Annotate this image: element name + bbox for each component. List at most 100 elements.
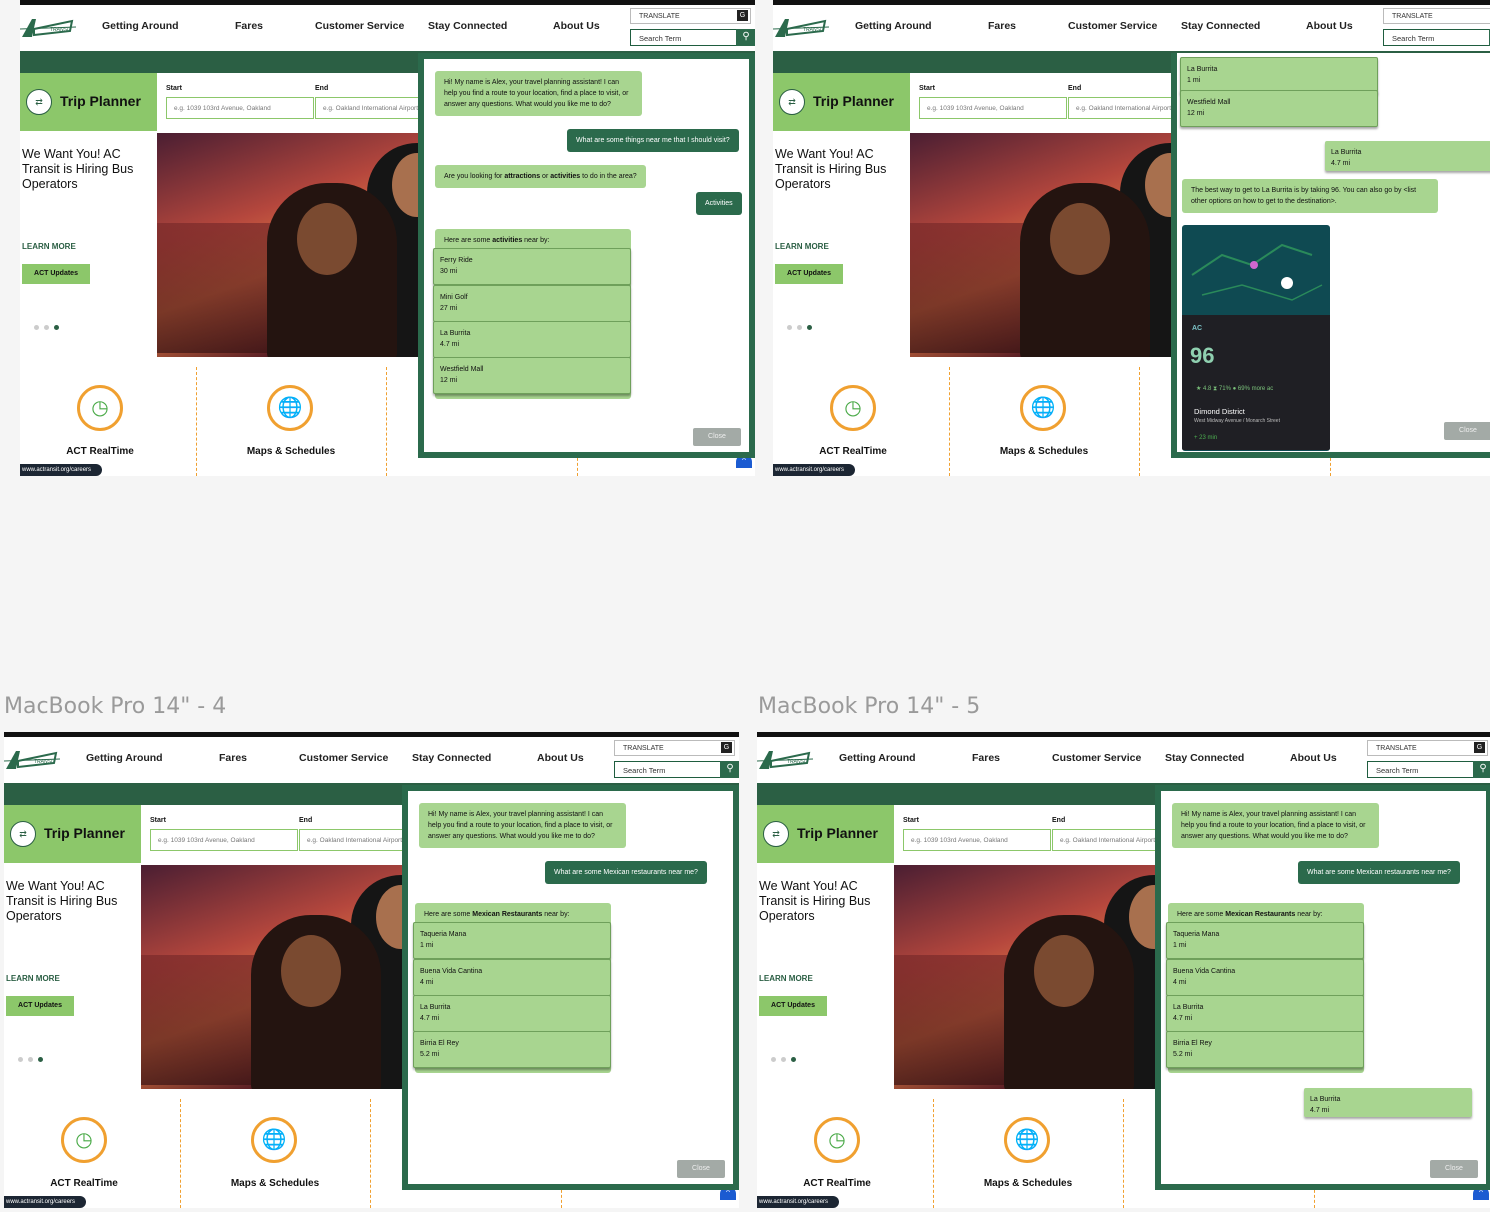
carousel-dot[interactable]	[18, 1057, 23, 1062]
carousel-dot[interactable]	[34, 325, 39, 330]
option-card[interactable]: Birria El Rey 5.2 mi	[413, 1031, 611, 1068]
nav-fares[interactable]: Fares	[972, 752, 1000, 764]
search-input[interactable]: Search Term ⚲	[1367, 761, 1490, 778]
nav-about-us[interactable]: About Us	[553, 20, 600, 32]
tile-maps-schedules[interactable]: Maps & Schedules	[221, 446, 361, 457]
nav-stay-connected[interactable]: Stay Connected	[428, 20, 507, 32]
ac-transit-logo[interactable]: TRANSIT	[757, 749, 813, 771]
nav-stay-connected[interactable]: Stay Connected	[1181, 20, 1260, 32]
globe-pin-icon[interactable]: 🌐	[1004, 1117, 1050, 1163]
search-input[interactable]: Search Term ⚲	[1383, 29, 1490, 46]
carousel-dot-active[interactable]	[54, 325, 59, 330]
start-field[interactable]: e.g. 1039 103rd Avenue, Oakland	[919, 97, 1067, 119]
tile-maps-schedules[interactable]: Maps & Schedules	[205, 1178, 345, 1189]
clock-icon[interactable]: ◷	[830, 385, 876, 431]
search-icon[interactable]: ⚲	[720, 761, 739, 778]
globe-pin-icon[interactable]: 🌐	[267, 385, 313, 431]
nav-fares[interactable]: Fares	[988, 20, 1016, 32]
ac-transit-logo[interactable]: TRANSIT	[773, 17, 829, 39]
nav-getting-around[interactable]: Getting Around	[102, 20, 179, 32]
nav-about-us[interactable]: About Us	[537, 752, 584, 764]
option-card[interactable]: La Burrita 1 mi	[1180, 57, 1378, 94]
tile-act-realtime[interactable]: ACT RealTime	[767, 1178, 907, 1189]
option-card[interactable]: Ferry Ride 30 mi	[433, 248, 631, 285]
act-updates-button[interactable]: ACT Updates	[775, 264, 843, 284]
start-field[interactable]: e.g. 1039 103rd Avenue, Oakland	[903, 829, 1051, 851]
option-card[interactable]: Westfield Mall 12 mi	[1180, 90, 1378, 127]
nav-customer-service[interactable]: Customer Service	[1068, 20, 1157, 32]
option-card[interactable]: La Burrita 4.7 mi	[413, 995, 611, 1032]
search-input[interactable]: Search Term ⚲	[630, 29, 755, 46]
globe-pin-icon[interactable]: 🌐	[251, 1117, 297, 1163]
act-updates-button[interactable]: ACT Updates	[759, 996, 827, 1016]
translate-button[interactable]: TRANSLATE G	[630, 8, 751, 24]
selected-name: La Burrita	[1331, 149, 1362, 156]
close-button[interactable]: Close	[1430, 1160, 1478, 1178]
option-card[interactable]: Buena Vida Cantina 4 mi	[1166, 959, 1364, 996]
option-card[interactable]: Mini Golf 27 mi	[433, 285, 631, 322]
learn-more-link[interactable]: LEARN MORE	[759, 974, 813, 983]
option-card[interactable]: Taqueria Mana 1 mi	[413, 922, 611, 959]
close-button[interactable]: Close	[1444, 422, 1490, 440]
translate-button[interactable]: TRANSLATE G	[1383, 8, 1490, 24]
bot-clarify-attractions: attractions	[504, 173, 541, 180]
carousel-dot-active[interactable]	[791, 1057, 796, 1062]
nav-customer-service[interactable]: Customer Service	[1052, 752, 1141, 764]
carousel-dot-active[interactable]	[38, 1057, 43, 1062]
carousel-dot[interactable]	[771, 1057, 776, 1062]
tile-maps-schedules[interactable]: Maps & Schedules	[974, 446, 1114, 457]
list-post: near by:	[542, 911, 570, 918]
clock-icon[interactable]: ◷	[61, 1117, 107, 1163]
nav-customer-service[interactable]: Customer Service	[315, 20, 404, 32]
nav-fares[interactable]: Fares	[219, 752, 247, 764]
ac-transit-logo[interactable]: TRANSIT	[4, 749, 60, 771]
nav-fares[interactable]: Fares	[235, 20, 263, 32]
carousel-dot[interactable]	[797, 325, 802, 330]
learn-more-link[interactable]: LEARN MORE	[6, 974, 60, 983]
option-card[interactable]: La Burrita 4.7 mi	[1166, 995, 1364, 1032]
nav-getting-around[interactable]: Getting Around	[855, 20, 932, 32]
tile-act-realtime[interactable]: ACT RealTime	[30, 446, 170, 457]
learn-more-link[interactable]: LEARN MORE	[22, 242, 76, 251]
search-icon[interactable]: ⚲	[1473, 761, 1490, 778]
carousel-dot[interactable]	[44, 325, 49, 330]
close-button[interactable]: Close	[693, 428, 741, 446]
clock-icon[interactable]: ◷	[77, 385, 123, 431]
act-updates-button[interactable]: ACT Updates	[6, 996, 74, 1016]
translate-button[interactable]: TRANSLATE G	[614, 740, 735, 756]
option-card[interactable]: Birria El Rey 5.2 mi	[1166, 1031, 1364, 1068]
search-input[interactable]: Search Term ⚲	[614, 761, 739, 778]
option-card[interactable]: La Burrita 4.7 mi	[433, 321, 631, 358]
act-updates-button[interactable]: ACT Updates	[22, 264, 90, 284]
map-ac-logo: AC	[1192, 325, 1203, 332]
search-icon[interactable]: ⚲	[736, 29, 755, 46]
carousel-dot[interactable]	[781, 1057, 786, 1062]
option-card[interactable]: Westfield Mall 12 mi	[433, 357, 631, 394]
option-card[interactable]: Buena Vida Cantina 4 mi	[413, 959, 611, 996]
translate-button[interactable]: TRANSLATE G	[1367, 740, 1488, 756]
tile-act-realtime[interactable]: ACT RealTime	[14, 1178, 154, 1189]
nav-getting-around[interactable]: Getting Around	[86, 752, 163, 764]
carousel-dot-active[interactable]	[807, 325, 812, 330]
ac-transit-logo[interactable]: TRANSIT	[20, 17, 76, 39]
nav-about-us[interactable]: About Us	[1306, 20, 1353, 32]
carousel-dot[interactable]	[787, 325, 792, 330]
nav-getting-around[interactable]: Getting Around	[839, 752, 916, 764]
nav-stay-connected[interactable]: Stay Connected	[1165, 752, 1244, 764]
nav-customer-service[interactable]: Customer Service	[299, 752, 388, 764]
clock-icon[interactable]: ◷	[814, 1117, 860, 1163]
carousel-dot[interactable]	[28, 1057, 33, 1062]
globe-pin-icon[interactable]: 🌐	[1020, 385, 1066, 431]
tile-act-realtime[interactable]: ACT RealTime	[783, 446, 923, 457]
nav-stay-connected[interactable]: Stay Connected	[412, 752, 491, 764]
option-card[interactable]: Taqueria Mana 1 mi	[1166, 922, 1364, 959]
option-name: La Burrita	[1187, 66, 1218, 73]
learn-more-link[interactable]: LEARN MORE	[775, 242, 829, 251]
start-field[interactable]: e.g. 1039 103rd Avenue, Oakland	[166, 97, 314, 119]
close-button[interactable]: Close	[677, 1160, 725, 1178]
route-map[interactable]: AC 96 ★ 4.8 ⧗ 71% ● 69% more ac Dimond D…	[1182, 225, 1330, 451]
bot-clarify-pre: Are you looking for	[444, 173, 505, 180]
nav-about-us[interactable]: About Us	[1290, 752, 1337, 764]
start-field[interactable]: e.g. 1039 103rd Avenue, Oakland	[150, 829, 298, 851]
tile-maps-schedules[interactable]: Maps & Schedules	[958, 1178, 1098, 1189]
